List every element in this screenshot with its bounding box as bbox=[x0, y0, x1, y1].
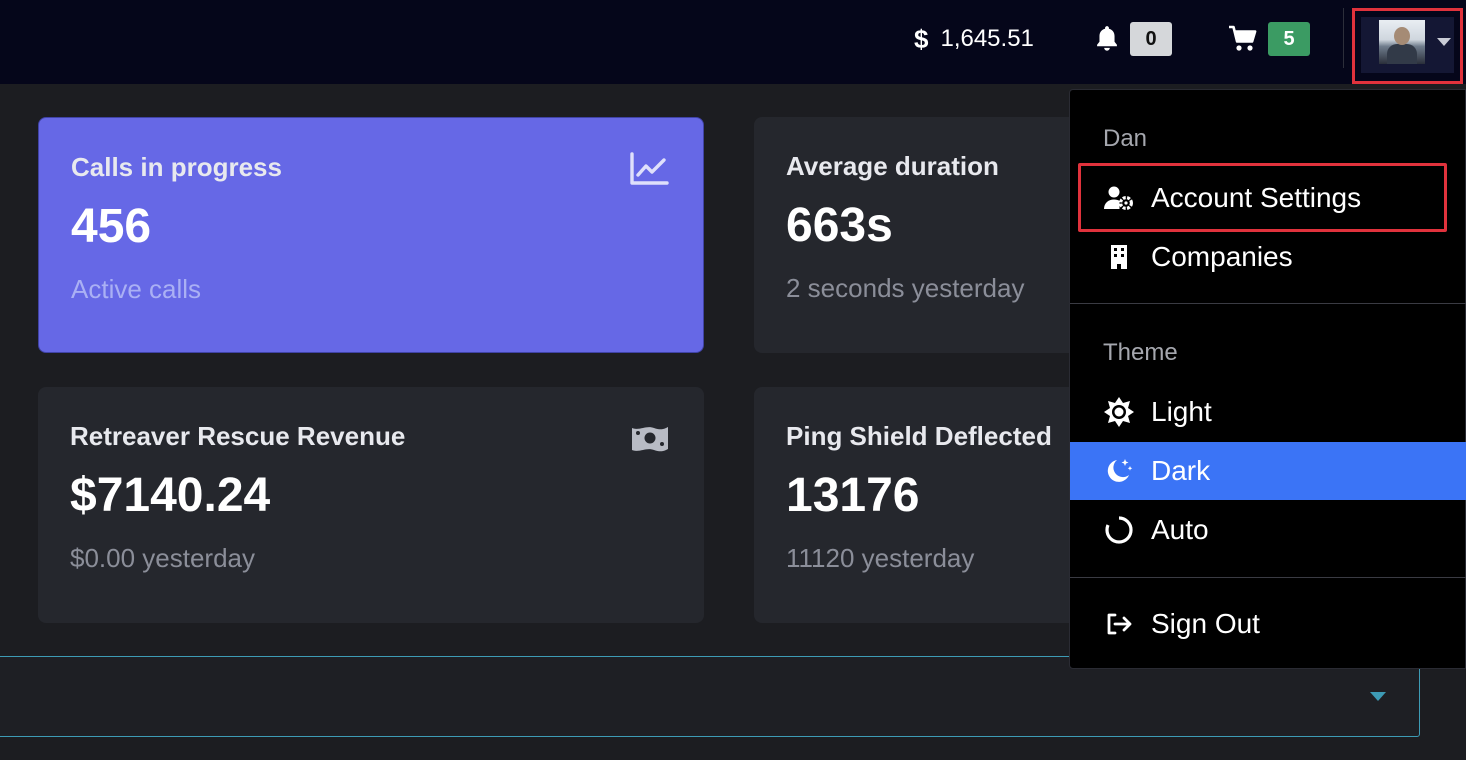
chart-line-icon bbox=[630, 152, 669, 185]
avatar-head bbox=[1394, 27, 1410, 45]
user-menu-toggle[interactable] bbox=[1352, 8, 1463, 84]
circle-half-icon bbox=[1103, 514, 1135, 546]
menu-item-label: Light bbox=[1151, 396, 1212, 427]
dollar-icon: $ bbox=[914, 23, 929, 54]
sun-icon bbox=[1103, 396, 1135, 428]
menu-divider bbox=[1070, 577, 1466, 578]
menu-item-companies[interactable]: Companies bbox=[1070, 228, 1466, 286]
money-bill-icon bbox=[632, 427, 668, 452]
user-dropdown-menu: Dan Account Settings Companies Theme Lig… bbox=[1069, 89, 1466, 669]
account-balance[interactable]: $ 1,645.51 bbox=[914, 22, 1034, 56]
menu-item-account-settings[interactable]: Account Settings bbox=[1070, 169, 1466, 227]
notifications-count-badge: 0 bbox=[1130, 22, 1172, 56]
cart-button[interactable]: 5 bbox=[1228, 22, 1310, 56]
cart-icon bbox=[1229, 25, 1257, 51]
rescue-revenue-card[interactable]: Retreaver Rescue Revenue $7140.24 $0.00 … bbox=[38, 387, 704, 623]
navbar-divider bbox=[1343, 8, 1344, 68]
building-icon bbox=[1103, 241, 1135, 273]
card-title: Calls in progress bbox=[71, 152, 282, 182]
menu-item-label: Companies bbox=[1151, 241, 1293, 272]
menu-item-theme-auto[interactable]: Auto bbox=[1070, 501, 1466, 559]
avatar-body bbox=[1387, 44, 1417, 64]
menu-item-sign-out[interactable]: Sign Out bbox=[1070, 595, 1466, 653]
menu-item-theme-dark[interactable]: Dark bbox=[1070, 442, 1466, 500]
moon-stars-icon bbox=[1103, 455, 1135, 487]
menu-item-label: Auto bbox=[1151, 514, 1209, 545]
menu-item-label: Dark bbox=[1151, 455, 1211, 486]
card-value: 456 bbox=[71, 200, 152, 253]
bell-icon bbox=[1097, 26, 1117, 51]
chevron-down-icon bbox=[1437, 38, 1451, 46]
chevron-down-icon[interactable] bbox=[1370, 692, 1386, 701]
calls-in-progress-card[interactable]: Calls in progress 456 Active calls bbox=[38, 117, 704, 353]
menu-user-header: Dan bbox=[1103, 125, 1148, 152]
balance-amount: 1,645.51 bbox=[940, 25, 1034, 52]
menu-item-label: Account Settings bbox=[1151, 182, 1362, 213]
card-subtitle: $0.00 yesterday bbox=[70, 543, 256, 573]
top-navbar: $ 1,645.51 0 5 bbox=[0, 0, 1466, 84]
sign-out-icon bbox=[1103, 608, 1135, 640]
menu-item-theme-light[interactable]: Light bbox=[1070, 383, 1466, 441]
menu-item-label: Sign Out bbox=[1151, 608, 1260, 639]
notifications-button[interactable]: 0 bbox=[1094, 22, 1172, 56]
menu-divider bbox=[1070, 303, 1466, 304]
cart-count-badge: 5 bbox=[1268, 22, 1310, 56]
card-subtitle: Active calls bbox=[71, 274, 202, 304]
user-gear-icon bbox=[1103, 182, 1135, 214]
card-title: Retreaver Rescue Revenue bbox=[70, 421, 406, 451]
avatar bbox=[1379, 20, 1425, 64]
menu-theme-header: Theme bbox=[1103, 339, 1178, 366]
card-value: $7140.24 bbox=[70, 469, 271, 522]
